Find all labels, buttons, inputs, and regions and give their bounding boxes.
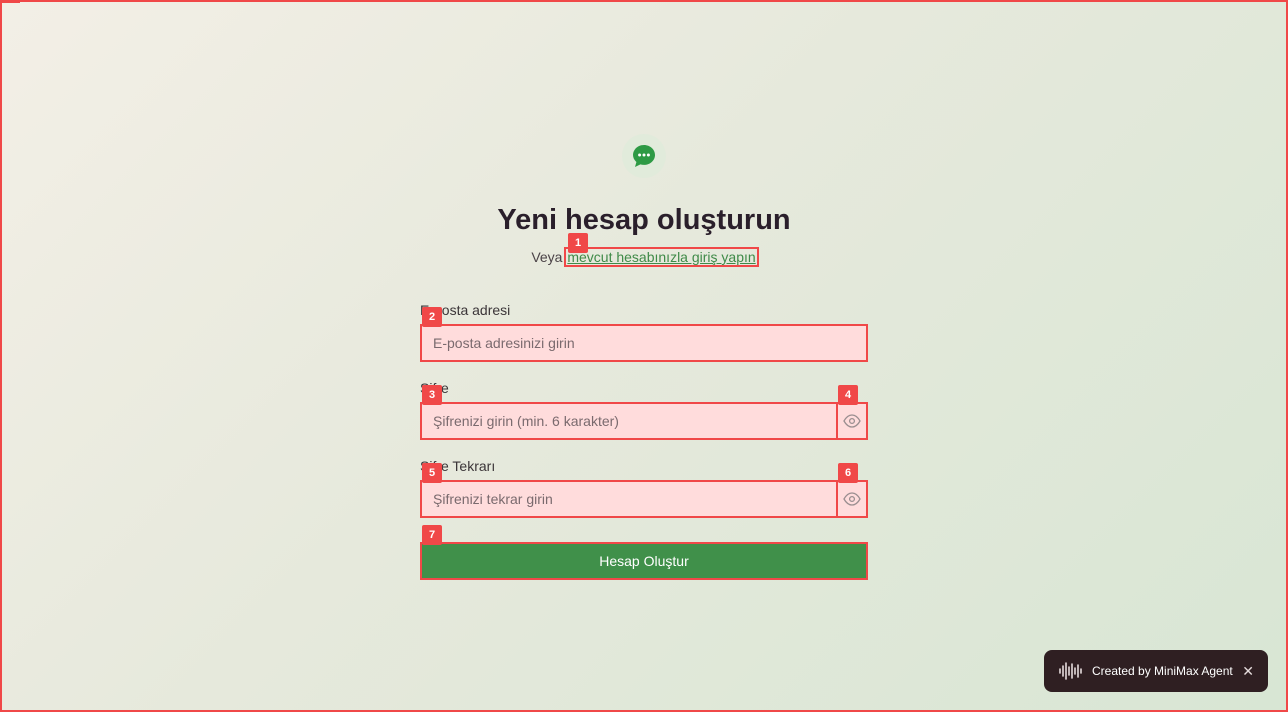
email-field[interactable] bbox=[420, 324, 868, 362]
password-input[interactable] bbox=[422, 404, 836, 438]
subtitle-prefix: Veya bbox=[531, 249, 563, 265]
page-title: Yeni hesap oluşturun bbox=[497, 204, 791, 236]
waveform-icon bbox=[1058, 661, 1084, 681]
annotation-badge: 3 bbox=[422, 385, 442, 405]
confirm-password-input[interactable] bbox=[422, 482, 836, 516]
login-link[interactable]: mevcut hesabınızla giriş yapın bbox=[564, 247, 759, 267]
app-logo bbox=[622, 134, 666, 178]
corner-annotation-tag bbox=[2, 0, 20, 3]
annotation-badge: 4 bbox=[838, 385, 858, 405]
annotation-badge: 7 bbox=[422, 525, 442, 545]
close-icon[interactable]: ✕ bbox=[1242, 663, 1254, 680]
password-visibility-toggle[interactable] bbox=[836, 402, 868, 440]
password-field[interactable] bbox=[420, 402, 838, 440]
toast-text: Created by MiniMax Agent bbox=[1092, 664, 1233, 678]
eye-icon bbox=[843, 492, 861, 506]
created-by-toast: Created by MiniMax Agent ✕ bbox=[1044, 650, 1268, 692]
annotation-badge: 2 bbox=[422, 307, 442, 327]
eye-icon bbox=[843, 414, 861, 428]
email-input[interactable] bbox=[422, 326, 866, 360]
subtitle: Veya mevcut hesabınızla giriş yapın bbox=[0, 247, 1288, 267]
confirm-password-visibility-toggle[interactable] bbox=[836, 480, 868, 518]
annotation-badge: 1 bbox=[568, 233, 588, 253]
chat-bubble-icon bbox=[633, 145, 655, 167]
create-account-button[interactable]: Hesap Oluştur bbox=[420, 542, 868, 580]
annotation-badge: 5 bbox=[422, 463, 442, 483]
confirm-password-field[interactable] bbox=[420, 480, 838, 518]
annotation-badge: 6 bbox=[838, 463, 858, 483]
